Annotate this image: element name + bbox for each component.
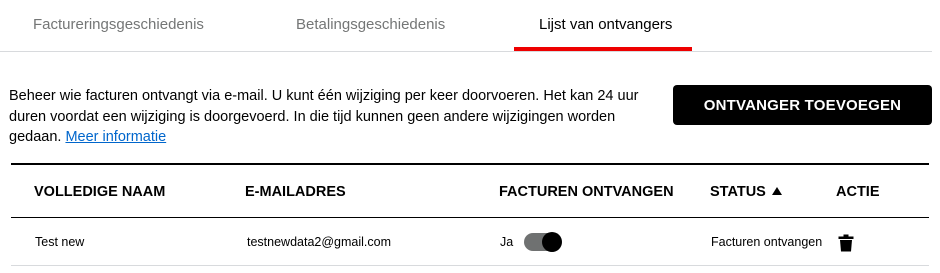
recipient-name: Test new	[35, 235, 85, 249]
column-header-name: VOLLEDIGE NAAM	[34, 184, 166, 200]
description-text: Beheer wie facturen ontvangt via e-mail.…	[9, 86, 649, 148]
table-header: VOLLEDIGE NAAM E-MAILADRES FACTUREN ONTV…	[11, 163, 929, 218]
toggle-knob	[542, 232, 562, 252]
column-header-receive-invoices: FACTUREN ONTVANGEN	[499, 184, 674, 200]
tab-billing-history[interactable]: Factureringsgeschiedenis	[33, 16, 204, 33]
column-header-status-label: STATUS	[710, 184, 766, 200]
recipient-status: Facturen ontvangen	[711, 235, 823, 249]
active-tab-indicator	[514, 47, 692, 51]
column-header-status[interactable]: STATUS	[710, 184, 782, 200]
add-recipient-button[interactable]: ONTVANGER TOEVOEGEN	[673, 85, 932, 125]
trash-icon[interactable]	[838, 234, 854, 252]
table-row: Test new testnewdata2@gmail.com Ja Factu…	[11, 218, 929, 266]
receive-invoices-label: Ja	[500, 235, 514, 249]
column-header-action: ACTIE	[836, 184, 880, 200]
more-info-link[interactable]: Meer informatie	[65, 129, 166, 145]
receive-invoices-toggle[interactable]	[524, 232, 562, 252]
recipient-email: testnewdata2@gmail.com	[247, 235, 392, 249]
tab-bar: Factureringsgeschiedenis Betalingsgeschi…	[0, 0, 932, 52]
tab-payment-history[interactable]: Betalingsgeschiedenis	[296, 16, 445, 33]
column-header-email: E-MAILADRES	[245, 184, 346, 200]
recipients-table: VOLLEDIGE NAAM E-MAILADRES FACTUREN ONTV…	[11, 163, 929, 266]
sort-up-icon[interactable]	[771, 187, 782, 195]
tab-recipient-list[interactable]: Lijst van ontvangers	[539, 16, 672, 33]
